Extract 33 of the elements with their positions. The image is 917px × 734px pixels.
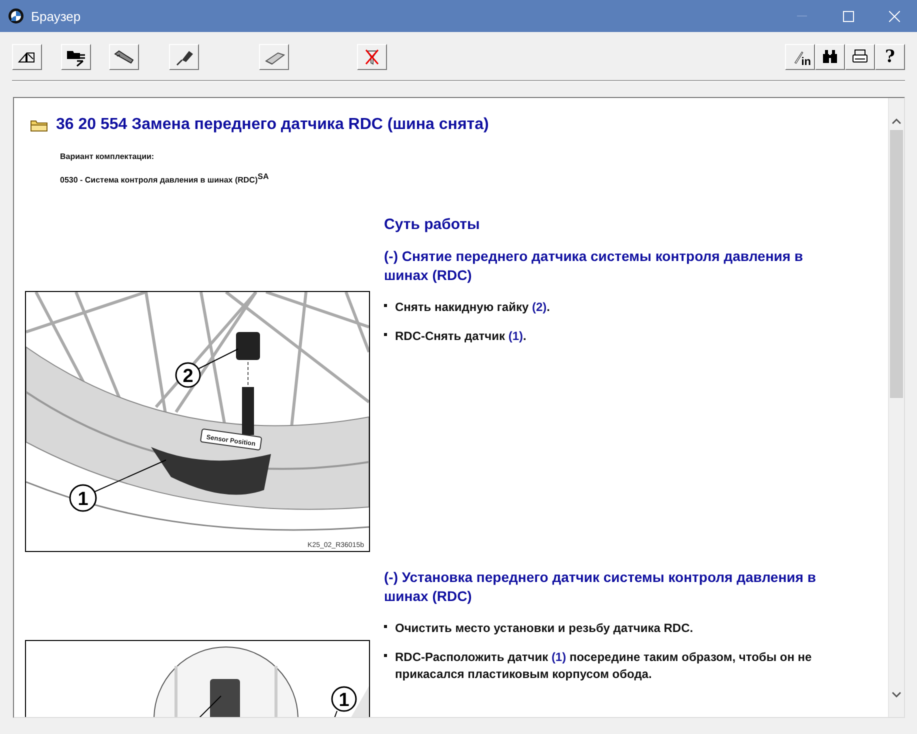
bullet-icon: [384, 654, 387, 657]
toolbar-button[interactable]: [169, 44, 199, 70]
scroll-down-icon[interactable]: [892, 692, 901, 698]
section-heading: (-) Установка переднего датчик системы контроля давления в шинах (RDC): [384, 568, 817, 606]
toolbar-button[interactable]: ?: [875, 44, 905, 70]
instruction-text: RDC-Расположить датчик (1) посередине таким образом, чтобы он не прикасался пластиковым корпусом обода.: [395, 648, 813, 683]
bullet-icon: [384, 624, 387, 628]
close-icon: [888, 10, 900, 22]
toolbar-button[interactable]: [109, 44, 139, 70]
toolbar-button[interactable]: [815, 44, 845, 70]
wheel-detail-drawing: 1: [26, 640, 369, 717]
bullet-icon: [384, 332, 387, 336]
folder-icon: [30, 118, 48, 132]
vertical-scrollbar[interactable]: [888, 98, 904, 717]
window-title: Браузер: [31, 8, 82, 24]
section-heading: (-) Снятие переднего датчика системы контроля давления в шинах (RDC): [384, 246, 804, 285]
document-title: 36 20 554 Замена переднего датчика RDC (шина снята): [56, 116, 489, 134]
overview-heading: Суть работы: [384, 216, 481, 233]
instruction-text: Очистить место установки и резьбу датчика RDC.: [395, 620, 694, 637]
toolbar-button[interactable]: [259, 44, 289, 70]
bullet-icon: [384, 304, 387, 307]
instruction-text: Снять накидную гайку (2).: [395, 298, 550, 316]
toolbar-button[interactable]: in: [785, 44, 815, 70]
round-logo-icon: [8, 8, 24, 24]
toolbar-button[interactable]: [357, 44, 387, 70]
equipment-label: Вариант комплектации:: [60, 152, 156, 161]
maximize-icon: [842, 10, 854, 22]
toolbar-button[interactable]: [845, 44, 875, 70]
scrollbar-thumb[interactable]: [890, 130, 903, 398]
toolbar-button[interactable]: [12, 44, 42, 70]
toolbar-button[interactable]: [61, 44, 91, 70]
instruction-text: RDC-Снять датчик (1).: [395, 328, 526, 345]
scroll-up-icon[interactable]: [892, 118, 901, 124]
